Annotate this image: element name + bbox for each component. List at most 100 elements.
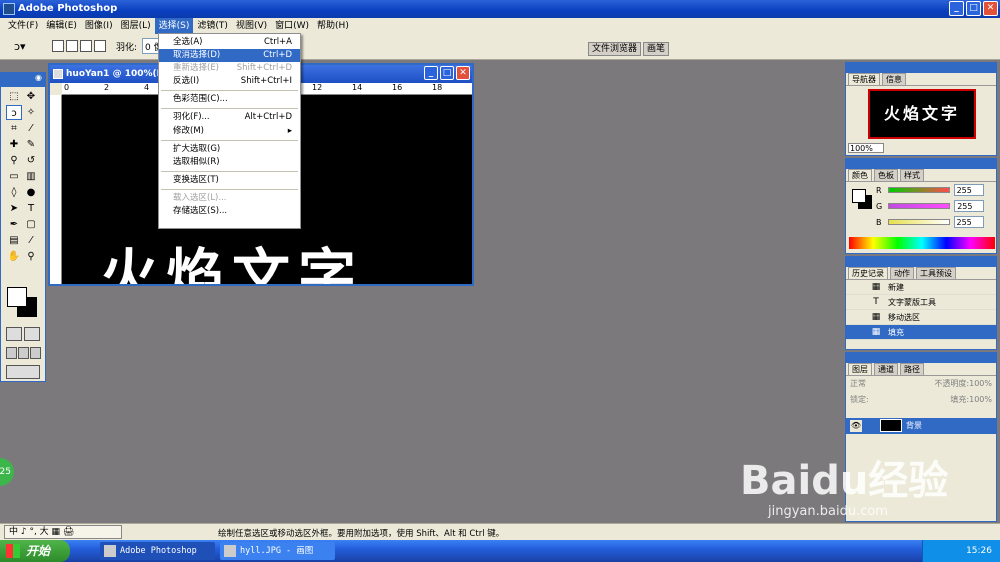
gradient-tool-icon[interactable]: ▥ xyxy=(23,169,39,184)
quick-mask-mode-icon[interactable] xyxy=(24,327,40,341)
menu-item-save-selection[interactable]: 存储选区(S)... xyxy=(159,205,300,218)
tab-channels[interactable]: 通道 xyxy=(874,363,898,375)
stamp-tool-icon[interactable]: ⚲ xyxy=(6,153,22,168)
fill-field[interactable]: 100% xyxy=(969,395,992,404)
doc-close-button[interactable]: ✕ xyxy=(456,66,470,80)
panel-header[interactable] xyxy=(846,159,996,169)
screen-mode-full-icon[interactable] xyxy=(30,347,41,359)
panel-header[interactable] xyxy=(846,353,996,363)
history-item[interactable]: ▦ 移动选区 xyxy=(846,310,996,325)
g-slider[interactable] xyxy=(888,203,951,209)
r-slider[interactable] xyxy=(887,187,950,193)
close-button[interactable]: ✕ xyxy=(983,1,998,16)
history-item[interactable]: ▦ 填充 xyxy=(846,325,996,340)
screen-mode-standard-icon[interactable] xyxy=(6,347,17,359)
path-select-tool-icon[interactable]: ➤ xyxy=(6,201,22,216)
eye-icon[interactable]: 👁 xyxy=(850,420,862,432)
hand-tool-icon[interactable]: ✋ xyxy=(6,249,22,264)
type-tool-icon[interactable]: T xyxy=(23,201,39,216)
menu-layer[interactable]: 图层(L) xyxy=(117,18,155,34)
zoom-tool-icon[interactable]: ⚲ xyxy=(23,249,39,264)
menu-select[interactable]: 选择(S) xyxy=(154,18,194,34)
blur-tool-icon[interactable]: ◊ xyxy=(6,185,22,200)
menu-item-load-selection[interactable]: 载入选区(L)... xyxy=(159,192,300,205)
start-button[interactable]: 开始 xyxy=(0,540,70,562)
menu-item-deselect[interactable]: 取消选择(D) Ctrl+D xyxy=(159,49,300,63)
move-tool-icon[interactable]: ✥ xyxy=(23,89,39,104)
standard-mode-icon[interactable] xyxy=(6,327,22,341)
menu-window[interactable]: 窗口(W) xyxy=(271,18,313,34)
menu-filter[interactable]: 滤镜(T) xyxy=(193,18,232,34)
tab-color[interactable]: 颜色 xyxy=(848,169,872,181)
dodge-tool-icon[interactable]: ● xyxy=(23,185,39,200)
lasso-tool-icon[interactable]: ↄ xyxy=(6,105,22,120)
menu-image[interactable]: 图像(I) xyxy=(81,18,117,34)
layer-row-background[interactable]: 👁 背景 xyxy=(846,418,996,434)
menu-item-feather[interactable]: 羽化(F)... Alt+Ctrl+D xyxy=(159,111,300,124)
crop-tool-icon[interactable]: ⌗ xyxy=(6,121,22,136)
screen-mode-full-menu-icon[interactable] xyxy=(18,347,29,359)
menu-item-grow[interactable]: 扩大选取(G) xyxy=(159,143,300,156)
menu-item-reselect[interactable]: 重新选择(E) Shift+Ctrl+D xyxy=(159,62,300,75)
blend-mode-select[interactable]: 正常 xyxy=(850,378,866,390)
brush-tool-icon[interactable]: ✎ xyxy=(23,137,39,152)
eyedropper-tool-icon[interactable]: ⁄ xyxy=(23,233,39,248)
notes-tool-icon[interactable]: ▤ xyxy=(6,233,22,248)
doc-maximize-button[interactable]: □ xyxy=(440,66,454,80)
tab-actions[interactable]: 动作 xyxy=(890,267,914,279)
menu-item-transform-selection[interactable]: 变换选区(T) xyxy=(159,174,300,187)
tab-file-browser[interactable]: 文件浏览器 xyxy=(588,42,642,56)
menu-item-modify[interactable]: 修改(M) ▸ xyxy=(159,125,300,138)
toolbox-header[interactable]: ◉ xyxy=(1,73,45,87)
foreground-color-swatch[interactable] xyxy=(7,287,27,307)
task-paint[interactable]: hyll.JPG - 画图 xyxy=(220,542,335,560)
tab-info[interactable]: 信息 xyxy=(882,73,906,85)
panel-header[interactable] xyxy=(846,63,996,73)
panel-header[interactable] xyxy=(846,257,996,267)
intersect-selection-icon[interactable] xyxy=(94,40,106,52)
navigator-thumbnail[interactable]: 火焰文字 xyxy=(868,89,976,139)
history-brush-tool-icon[interactable]: ↺ xyxy=(23,153,39,168)
opacity-field[interactable]: 100% xyxy=(969,379,992,388)
maximize-button[interactable]: □ xyxy=(966,1,981,16)
new-selection-icon[interactable] xyxy=(52,40,64,52)
shape-tool-icon[interactable]: ▢ xyxy=(23,217,39,232)
tab-history[interactable]: 历史记录 xyxy=(848,267,888,279)
tab-styles[interactable]: 样式 xyxy=(900,169,924,181)
add-selection-icon[interactable] xyxy=(66,40,78,52)
menu-view[interactable]: 视图(V) xyxy=(232,18,271,34)
history-item[interactable]: T 文字蒙版工具 xyxy=(846,295,996,310)
jump-to-imageready-icon[interactable] xyxy=(6,365,40,379)
tab-paths[interactable]: 路径 xyxy=(900,363,924,375)
menu-edit[interactable]: 编辑(E) xyxy=(42,18,81,34)
side-badge[interactable]: 25 xyxy=(0,458,14,486)
marquee-tool-icon[interactable]: ⬚ xyxy=(6,89,22,104)
menu-file[interactable]: 文件(F) xyxy=(4,18,42,34)
color-spectrum-bar[interactable] xyxy=(849,237,995,249)
menu-item-select-all[interactable]: 全选(A) Ctrl+A xyxy=(159,36,300,49)
slice-tool-icon[interactable]: ⁄ xyxy=(23,121,39,136)
eraser-tool-icon[interactable]: ▭ xyxy=(6,169,22,184)
doc-minimize-button[interactable]: _ xyxy=(424,66,438,80)
pen-tool-icon[interactable]: ✒ xyxy=(6,217,22,232)
r-value-field[interactable]: 255 xyxy=(953,184,984,196)
ime-toolbar[interactable]: 中 ♪ °, 大 ▦ 🖨 xyxy=(4,525,122,539)
menu-item-inverse[interactable]: 反选(I) Shift+Ctrl+I xyxy=(159,75,300,88)
vertical-ruler[interactable] xyxy=(50,95,62,284)
menu-help[interactable]: 帮助(H) xyxy=(313,18,353,34)
clock[interactable]: 15:26 xyxy=(966,546,992,556)
lasso-preset-icon[interactable]: ↄ▾ xyxy=(14,40,26,53)
subtract-selection-icon[interactable] xyxy=(80,40,92,52)
menu-item-similar[interactable]: 选取相似(R) xyxy=(159,156,300,169)
tab-navigator[interactable]: 导航器 xyxy=(848,73,880,85)
navigator-zoom-field[interactable]: 100% xyxy=(848,143,884,153)
fg-color-swatch[interactable] xyxy=(852,189,866,203)
b-slider[interactable] xyxy=(887,219,950,225)
b-value-field[interactable]: 255 xyxy=(953,216,984,228)
tab-layers[interactable]: 图层 xyxy=(848,363,872,375)
task-photoshop[interactable]: Adobe Photoshop xyxy=(100,542,215,560)
magic-wand-tool-icon[interactable]: ✧ xyxy=(23,105,39,120)
minimize-button[interactable]: _ xyxy=(949,1,964,16)
menu-item-color-range[interactable]: 色彩范围(C)... xyxy=(159,93,300,106)
tab-tool-presets[interactable]: 工具预设 xyxy=(916,267,956,279)
